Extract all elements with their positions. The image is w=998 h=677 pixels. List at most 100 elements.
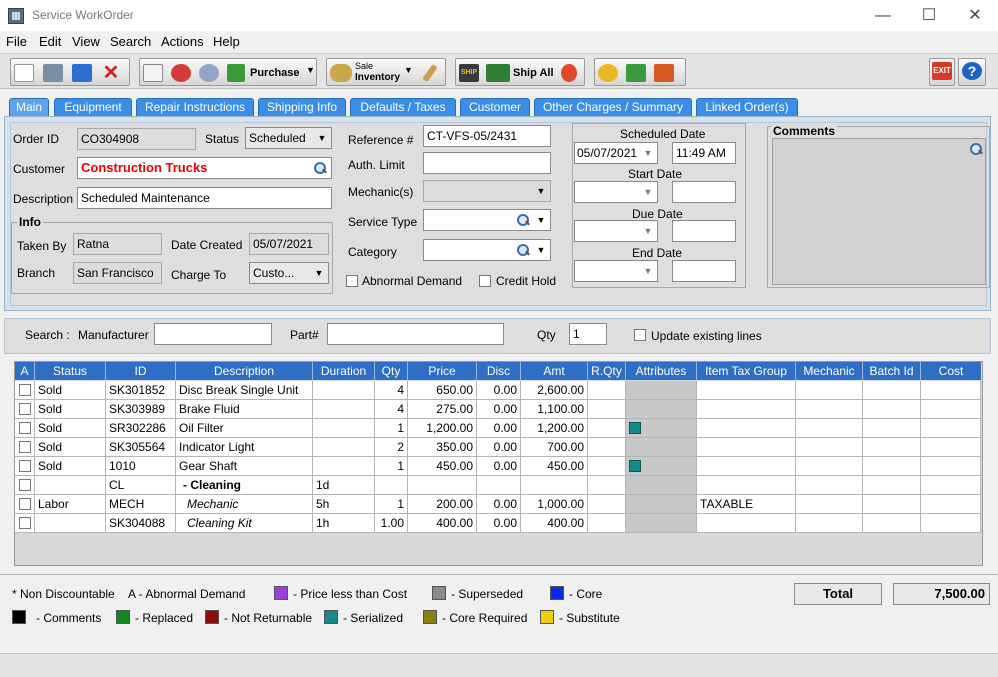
category-search-icon[interactable] (516, 243, 530, 257)
purchase-dropdown-icon[interactable]: ▼ (306, 65, 315, 75)
exit-icon[interactable]: EXIT (932, 62, 952, 80)
ship-truck-icon[interactable] (486, 64, 510, 82)
cell-id[interactable]: CL (106, 476, 176, 495)
sale-inventory-icon[interactable] (330, 64, 352, 82)
cell-qty[interactable]: 1 (375, 419, 408, 438)
menu-file[interactable]: File (6, 34, 27, 49)
col-mechanic[interactable]: Mechanic (796, 362, 863, 380)
col-price[interactable]: Price (408, 362, 477, 380)
qty-input[interactable]: 1 (569, 323, 607, 345)
attributes-cell[interactable] (626, 400, 697, 419)
cell-batch[interactable] (863, 495, 921, 514)
attributes-cell[interactable] (626, 457, 697, 476)
cell-rqty[interactable] (588, 495, 626, 514)
reference-field[interactable]: CT-VFS-05/2431 (423, 125, 551, 147)
tab-repair-instructions[interactable]: Repair Instructions (136, 98, 254, 116)
cell-tax[interactable] (697, 514, 796, 533)
cell-amt[interactable] (521, 476, 588, 495)
row-checkbox-cell[interactable] (15, 419, 35, 438)
manufacturer-input[interactable] (154, 323, 272, 345)
cell-cost[interactable] (921, 476, 981, 495)
cell-qty[interactable]: 4 (375, 381, 408, 400)
col-a[interactable]: A (15, 362, 35, 380)
cell-desc[interactable]: Indicator Light (176, 438, 313, 457)
cell-duration[interactable] (313, 381, 375, 400)
cell-rqty[interactable] (588, 419, 626, 438)
mechanics-select[interactable]: ▼ (423, 180, 551, 202)
cell-cost[interactable] (921, 495, 981, 514)
cell-batch[interactable] (863, 476, 921, 495)
cell-qty[interactable]: 1 (375, 457, 408, 476)
cell-amt[interactable]: 400.00 (521, 514, 588, 533)
help-button[interactable]: ? (958, 58, 986, 86)
cell-mech[interactable] (796, 495, 863, 514)
chevron-down-icon[interactable]: ▼ (534, 240, 548, 260)
cell-id[interactable]: SK305564 (106, 438, 176, 457)
cell-status[interactable] (35, 476, 106, 495)
charge-to-select[interactable]: Custo... ▼ (249, 262, 329, 284)
close-button[interactable]: ✕ (952, 0, 998, 31)
cell-batch[interactable] (863, 419, 921, 438)
cell-tax[interactable] (697, 438, 796, 457)
cell-price[interactable]: 650.00 (408, 381, 477, 400)
settings-gear-icon[interactable] (199, 64, 219, 82)
table-row[interactable]: Sold SK303989 Brake Fluid 4 275.00 0.00 1,100.… (15, 400, 981, 419)
cell-cost[interactable] (921, 514, 981, 533)
purchase-label[interactable]: Purchase (250, 67, 300, 79)
cell-amt[interactable]: 700.00 (521, 438, 588, 457)
cell-mech[interactable] (796, 476, 863, 495)
cell-status[interactable]: Sold (35, 400, 106, 419)
col-qty[interactable]: Qty (375, 362, 408, 380)
cell-id[interactable]: SK301852 (106, 381, 176, 400)
attributes-cell[interactable] (626, 438, 697, 457)
cell-disc[interactable]: 0.00 (477, 381, 521, 400)
cell-disc[interactable]: 0.00 (477, 400, 521, 419)
chevron-down-icon[interactable]: ▼ (534, 210, 548, 230)
cell-id[interactable]: SR302286 (106, 419, 176, 438)
cell-mech[interactable] (796, 419, 863, 438)
cell-status[interactable] (35, 514, 106, 533)
cell-disc[interactable]: 0.00 (477, 514, 521, 533)
cell-duration[interactable]: 5h (313, 495, 375, 514)
part-input[interactable] (327, 323, 504, 345)
cell-desc[interactable]: Mechanic (176, 495, 313, 514)
start-date-field[interactable]: ▼ (574, 181, 658, 203)
col-attributes[interactable]: Attributes (626, 362, 697, 380)
cell-desc[interactable]: - Cleaning (176, 476, 313, 495)
menu-edit[interactable]: Edit (39, 34, 61, 49)
tab-shipping-info[interactable]: Shipping Info (258, 98, 346, 116)
cell-duration[interactable] (313, 438, 375, 457)
apple-icon[interactable] (561, 64, 577, 82)
cell-duration[interactable] (313, 457, 375, 476)
tab-defaults-taxes[interactable]: Defaults / Taxes (350, 98, 456, 116)
row-checkbox-cell[interactable] (15, 514, 35, 533)
cell-tax[interactable] (697, 419, 796, 438)
col-status[interactable]: Status (35, 362, 106, 380)
row-checkbox[interactable] (19, 517, 31, 529)
col-id[interactable]: ID (106, 362, 176, 380)
row-checkbox-cell[interactable] (15, 495, 35, 514)
description-field[interactable]: Scheduled Maintenance (77, 187, 332, 209)
purchase-icon[interactable] (227, 64, 245, 82)
menu-actions[interactable]: Actions (161, 34, 204, 49)
cell-id[interactable]: 1010 (106, 457, 176, 476)
cell-duration[interactable] (313, 419, 375, 438)
cell-batch[interactable] (863, 381, 921, 400)
cell-disc[interactable]: 0.00 (477, 419, 521, 438)
remove-tool-icon[interactable] (654, 64, 674, 82)
cell-price[interactable]: 400.00 (408, 514, 477, 533)
table-row[interactable]: Sold SK305564 Indicator Light 2 350.00 0.00 70… (15, 438, 981, 457)
minimize-button[interactable]: — (860, 0, 906, 31)
help-icon[interactable]: ? (962, 62, 982, 80)
row-checkbox-cell[interactable] (15, 381, 35, 400)
comments-search-icon[interactable] (969, 142, 983, 156)
cell-tax[interactable] (697, 381, 796, 400)
chevron-down-icon[interactable]: ▼ (641, 182, 655, 202)
attributes-cell[interactable] (626, 495, 697, 514)
cell-disc[interactable]: 0.00 (477, 438, 521, 457)
cell-batch[interactable] (863, 514, 921, 533)
cell-mech[interactable] (796, 400, 863, 419)
cell-disc[interactable] (477, 476, 521, 495)
save-icon[interactable] (72, 64, 92, 82)
sale-dropdown-icon[interactable]: ▼ (404, 65, 413, 75)
